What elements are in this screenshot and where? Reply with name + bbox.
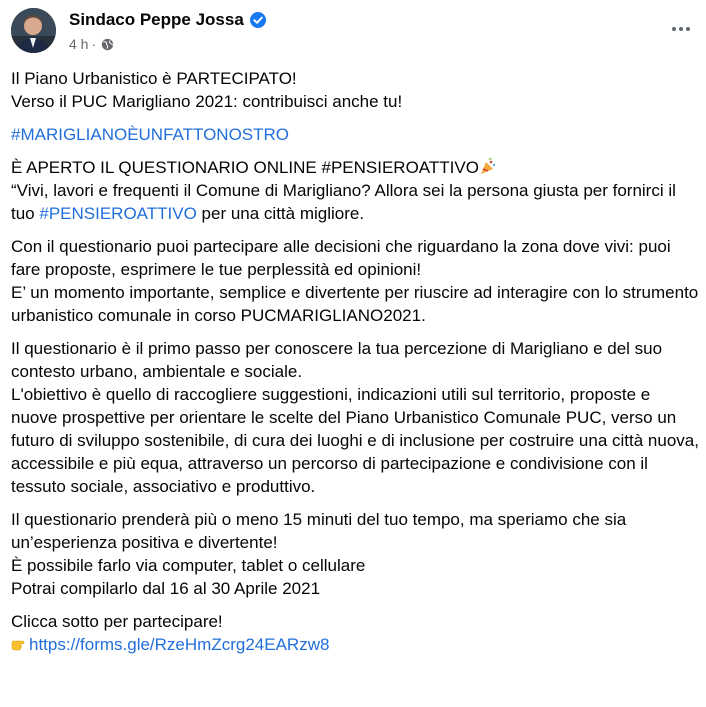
paragraph-participation: Con il questionario puoi partecipare all… — [11, 235, 701, 327]
paragraph-details: Il questionario prenderà più o meno 15 m… — [11, 508, 701, 600]
details-line-3: Potrai compilarlo dal 16 al 30 Aprile 20… — [11, 579, 321, 598]
questionnaire-heading: È APERTO IL QUESTIONARIO ONLINE #PENSIER… — [11, 158, 479, 177]
meta-separator: · — [91, 36, 97, 52]
intro-line-1: Il Piano Urbanistico è PARTECIPATO! — [11, 69, 297, 88]
more-options-icon[interactable] — [666, 14, 696, 44]
verified-badge-icon — [249, 12, 266, 28]
objectives-line-1: Il questionario è il primo passo per con… — [11, 339, 663, 381]
paragraph-objectives: Il questionario è il primo passo per con… — [11, 337, 701, 498]
hashtag-link[interactable]: #MARIGLIANOÈUNFATTONOSTRO — [11, 125, 289, 144]
post-meta: 4 h · — [69, 36, 114, 52]
post-body: Il Piano Urbanistico è PARTECIPATO! Vers… — [11, 67, 701, 666]
dot-icon — [672, 27, 676, 31]
paragraph-cta: Clicca sotto per partecipare! https://fo… — [11, 610, 701, 656]
globe-icon[interactable] — [101, 38, 114, 51]
participation-line-2: E’ un momento importante, semplice e div… — [11, 283, 699, 325]
post-header: Sindaco Peppe Jossa 4 h · — [0, 0, 706, 62]
avatar-portrait — [11, 8, 56, 53]
dot-icon — [679, 27, 683, 31]
post-time[interactable]: 4 h — [69, 36, 88, 52]
intro-line-2: Verso il PUC Marigliano 2021: contribuis… — [11, 92, 403, 111]
questionnaire-text-b: per una città migliore. — [196, 204, 365, 223]
paragraph-questionnaire: È APERTO IL QUESTIONARIO ONLINE #PENSIER… — [11, 156, 701, 225]
cta-text: Clicca sotto per partecipare! — [11, 612, 223, 631]
paragraph-hashtag: #MARIGLIANOÈUNFATTONOSTRO — [11, 123, 701, 146]
objectives-line-2: L'obiettivo è quello di raccogliere sugg… — [11, 385, 699, 496]
pointing-hand-icon — [11, 640, 25, 651]
party-popper-icon — [480, 158, 496, 174]
author-line: Sindaco Peppe Jossa — [69, 10, 266, 30]
details-line-1: Il questionario prenderà più o meno 15 m… — [11, 510, 627, 552]
paragraph-intro: Il Piano Urbanistico è PARTECIPATO! Vers… — [11, 67, 701, 113]
dot-icon — [686, 27, 690, 31]
details-line-2: È possibile farlo via computer, tablet o… — [11, 556, 366, 575]
author-name[interactable]: Sindaco Peppe Jossa — [69, 10, 244, 30]
form-url-link[interactable]: https://forms.gle/RzeHmZcrg24EARzw8 — [29, 635, 329, 654]
hashtag-link-pensieroattivo[interactable]: #PENSIEROATTIVO — [39, 204, 196, 223]
author-avatar[interactable] — [11, 8, 56, 53]
participation-line-1: Con il questionario puoi partecipare all… — [11, 237, 671, 279]
